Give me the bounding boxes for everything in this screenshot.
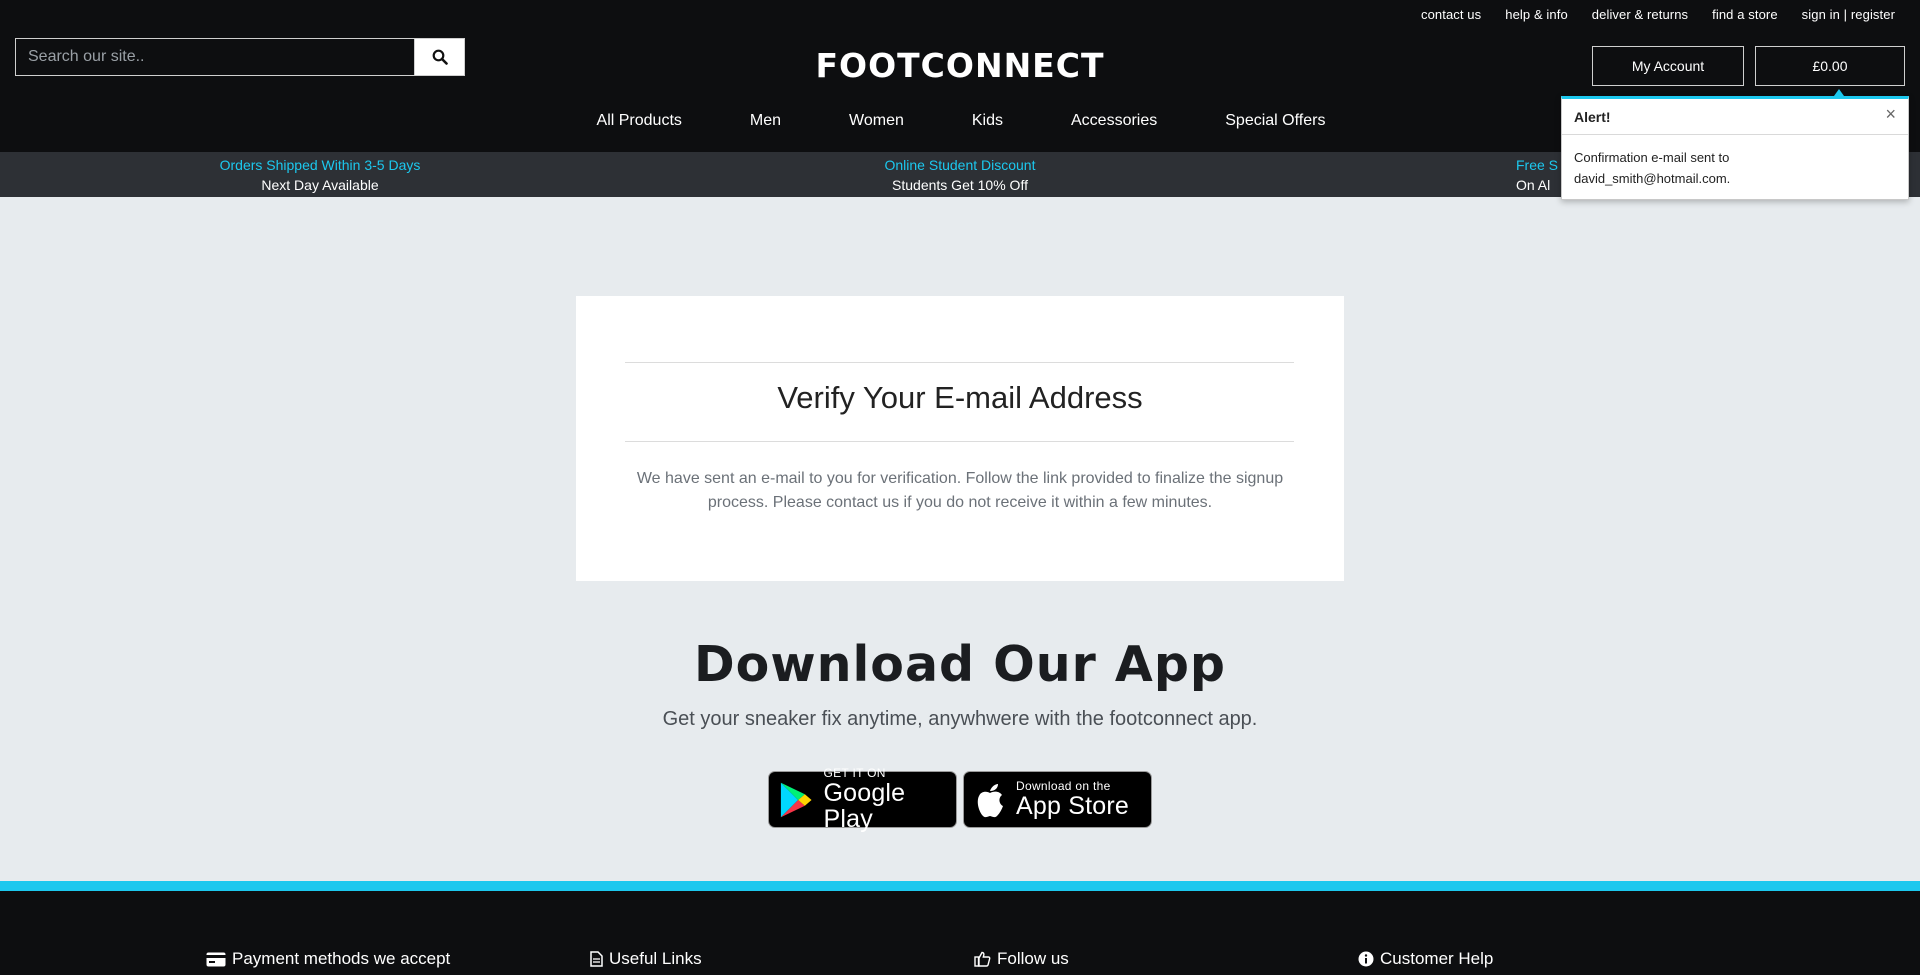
verify-heading: Verify Your E-mail Address [777,380,1143,415]
footer-heading: Customer Help [1380,949,1494,968]
alert-header: Alert! × [1562,99,1908,135]
document-icon [590,951,603,967]
alert-message: Confirmation e-mail sent to david_smith@… [1562,135,1908,201]
footer-useful-links: Useful Links [590,949,702,969]
delivery-returns-link[interactable]: deliver & returns [1592,7,1688,22]
my-account-button[interactable]: My Account [1592,46,1744,86]
site-footer: Payment methods we accept Useful Links F… [0,891,1920,975]
footer-heading: Follow us [997,949,1069,968]
footer-follow-us: Follow us [974,949,1069,969]
find-a-store-link[interactable]: find a store [1712,7,1778,22]
promo-subtitle: Students Get 10% Off [892,177,1028,193]
footer-payment-methods: Payment methods we accept [206,949,450,969]
google-play-badge[interactable]: GET IT ON Google Play [768,767,957,832]
credit-card-icon [206,952,226,966]
apple-badge-big: App Store [1016,792,1129,820]
apple-icon [977,783,1003,817]
contact-us-link[interactable]: contact us [1421,7,1481,22]
promo-shipping: Orders Shipped Within 3-5 Days Next Day … [120,155,520,195]
help-info-link[interactable]: help & info [1505,7,1568,22]
nav-men[interactable]: Men [716,112,815,130]
footer-accent-stripe [0,881,1920,891]
app-section-subtitle: Get your sneaker fix anytime, anywhwere … [662,708,1258,730]
top-links: contact us help & info deliver & returns… [1421,7,1895,22]
divider [625,362,1294,363]
nav-all-products[interactable]: All Products [563,112,716,130]
info-icon [1358,951,1374,967]
verify-email-card: Verify Your E-mail Address We have sent … [576,296,1344,581]
nav-kids[interactable]: Kids [938,112,1037,130]
nav-special-offers[interactable]: Special Offers [1191,112,1359,130]
google-badge-big: Google Play [823,779,906,833]
alert-popover: Alert! × Confirmation e-mail sent to dav… [1561,89,1909,201]
promo-subtitle: Next Day Available [261,177,379,193]
promo-title: Online Student Discount [884,157,1036,173]
app-store-badges: GET IT ON Google Play Download on the Ap… [768,767,1152,832]
sign-in-register-link[interactable]: sign in | register [1802,7,1895,22]
app-store-badge[interactable]: Download on the App Store [963,771,1152,828]
divider [625,441,1294,442]
cart-button[interactable]: £0.00 [1755,46,1905,86]
close-icon[interactable]: × [1885,105,1896,123]
thumbs-up-icon [974,951,991,967]
app-section-title: Download Our App [694,636,1226,693]
nav-accessories[interactable]: Accessories [1037,112,1191,130]
alert-title: Alert! [1574,109,1611,125]
footer-customer-help: Customer Help [1358,949,1493,969]
alert-caret [1834,89,1844,96]
promo-title: Orders Shipped Within 3-5 Days [219,157,421,173]
footer-heading: Useful Links [609,949,702,968]
google-play-icon [780,782,812,817]
alert-message-line: Confirmation e-mail sent to [1574,150,1730,165]
footer-heading: Payment methods we accept [232,949,451,968]
verify-body-text: We have sent an e-mail to you for verifi… [636,470,1284,511]
nav-women[interactable]: Women [815,112,938,130]
promo-student-discount: Online Student Discount Students Get 10%… [760,155,1160,195]
alert-email: david_smith@hotmail.com. [1574,171,1731,186]
